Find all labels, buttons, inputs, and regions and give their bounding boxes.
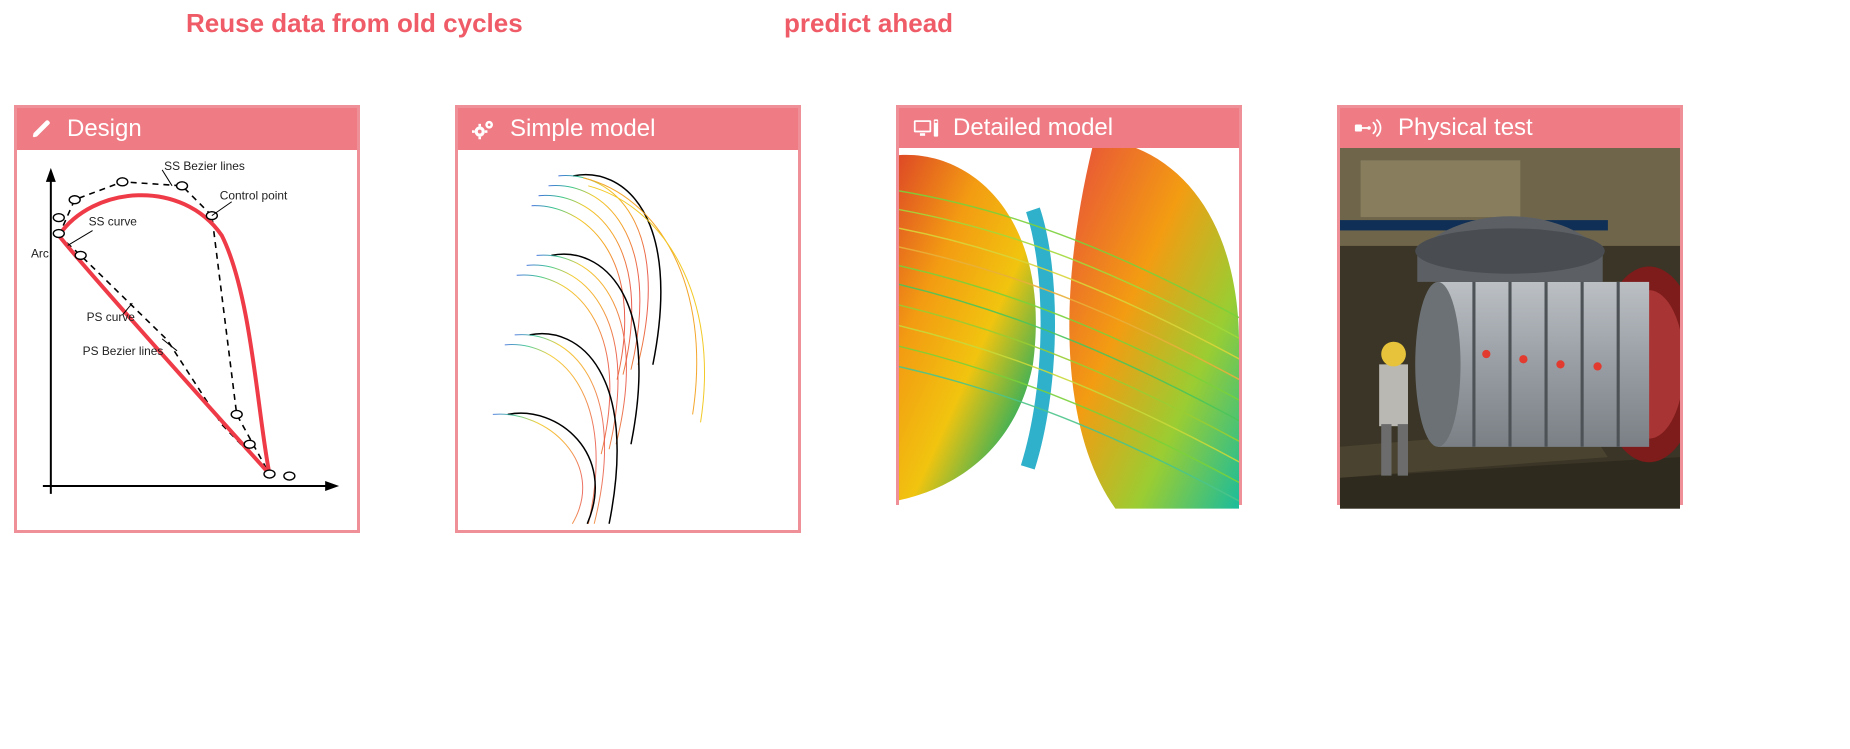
ann-arc: Arc (31, 247, 49, 261)
cards-row: Design (14, 105, 1683, 533)
simple-model-image (464, 156, 792, 524)
card-design-header: Design (17, 108, 357, 150)
ann-ss-curve: SS curve (89, 215, 138, 229)
label-predict: predict ahead (784, 8, 953, 39)
card-design: Design (14, 105, 360, 533)
gears-icon (472, 118, 496, 140)
detailed-model-image (899, 148, 1239, 509)
card-simple-body (458, 150, 798, 530)
top-labels-row: Reuse data from old cycles predict ahead (0, 8, 1850, 48)
monitor-icon (913, 117, 939, 139)
card-physical: Physical test (1337, 105, 1683, 505)
card-simple: Simple model (455, 105, 801, 533)
card-physical-body (1340, 148, 1680, 509)
ann-ps-bezier: PS Bezier lines (83, 344, 164, 358)
card-design-title: Design (67, 115, 142, 143)
card-physical-header: Physical test (1340, 108, 1680, 148)
card-detailed-header: Detailed model (899, 108, 1239, 148)
card-detailed: Detailed model (896, 105, 1242, 505)
card-detailed-title: Detailed model (953, 114, 1113, 142)
pencil-icon (31, 118, 53, 140)
design-diagram: SS Bezier lines Control point SS curve A… (23, 156, 351, 524)
card-simple-title: Simple model (510, 115, 655, 143)
physical-test-image (1340, 148, 1680, 509)
card-design-body: SS Bezier lines Control point SS curve A… (17, 150, 357, 530)
label-reuse: Reuse data from old cycles (186, 8, 523, 39)
card-detailed-body (899, 148, 1239, 509)
ann-control-point: Control point (220, 189, 288, 203)
ann-ps-curve: PS curve (87, 310, 136, 324)
card-physical-title: Physical test (1398, 114, 1533, 142)
card-simple-header: Simple model (458, 108, 798, 150)
sensor-icon (1354, 118, 1384, 138)
ann-ss-bezier: SS Bezier lines (164, 159, 245, 173)
